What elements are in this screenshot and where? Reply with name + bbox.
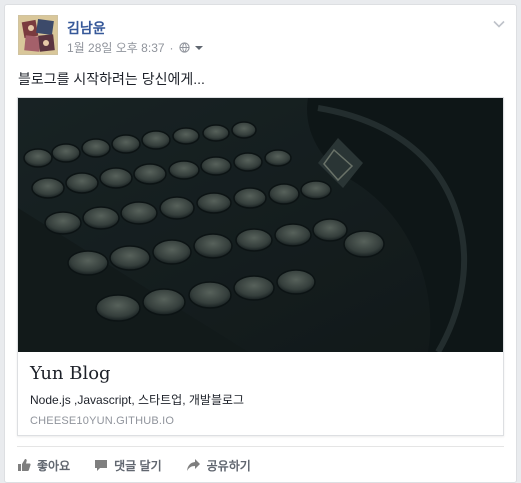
- actions-divider: [17, 446, 504, 447]
- share-icon: [186, 458, 201, 472]
- like-icon: [17, 458, 31, 472]
- globe-icon[interactable]: [178, 42, 190, 53]
- post-timestamp[interactable]: 1월 28일 오후 8:37: [67, 39, 165, 56]
- link-title[interactable]: Yun Blog: [30, 363, 111, 384]
- like-label: 좋아요: [37, 458, 71, 473]
- author-avatar[interactable]: [18, 15, 58, 55]
- post-meta: 1월 28일 오후 8:37 ·: [67, 39, 204, 56]
- audience-dropdown-caret-icon[interactable]: [194, 44, 204, 52]
- link-preview-card[interactable]: Yun Blog Node.js ,Javascript, 스타트업, 개발블로…: [17, 97, 504, 436]
- author-name[interactable]: 김남윤: [67, 18, 106, 38]
- comment-icon: [94, 458, 108, 472]
- facebook-post: 김남윤 1월 28일 오후 8:37 · 블로그를 시작하려는 당신에게...: [4, 4, 517, 483]
- like-button[interactable]: 좋아요: [17, 457, 70, 474]
- post-options-chevron-down-icon[interactable]: [492, 17, 506, 31]
- comment-button[interactable]: 댓글 달기: [94, 457, 162, 474]
- share-button[interactable]: 공유하기: [186, 457, 251, 474]
- comment-label: 댓글 달기: [114, 458, 162, 473]
- link-domain: CHEESE10YUN.GITHUB.IO: [30, 415, 175, 427]
- share-label: 공유하기: [206, 458, 251, 473]
- meta-separator: ·: [169, 40, 174, 55]
- link-description: Node.js ,Javascript, 스타트업, 개발블로그: [30, 393, 245, 407]
- typewriter-photo[interactable]: [18, 98, 503, 352]
- post-actions-bar: 좋아요 댓글 달기 공유하기: [17, 453, 275, 477]
- post-text: 블로그를 시작하려는 당신에게...: [18, 71, 205, 87]
